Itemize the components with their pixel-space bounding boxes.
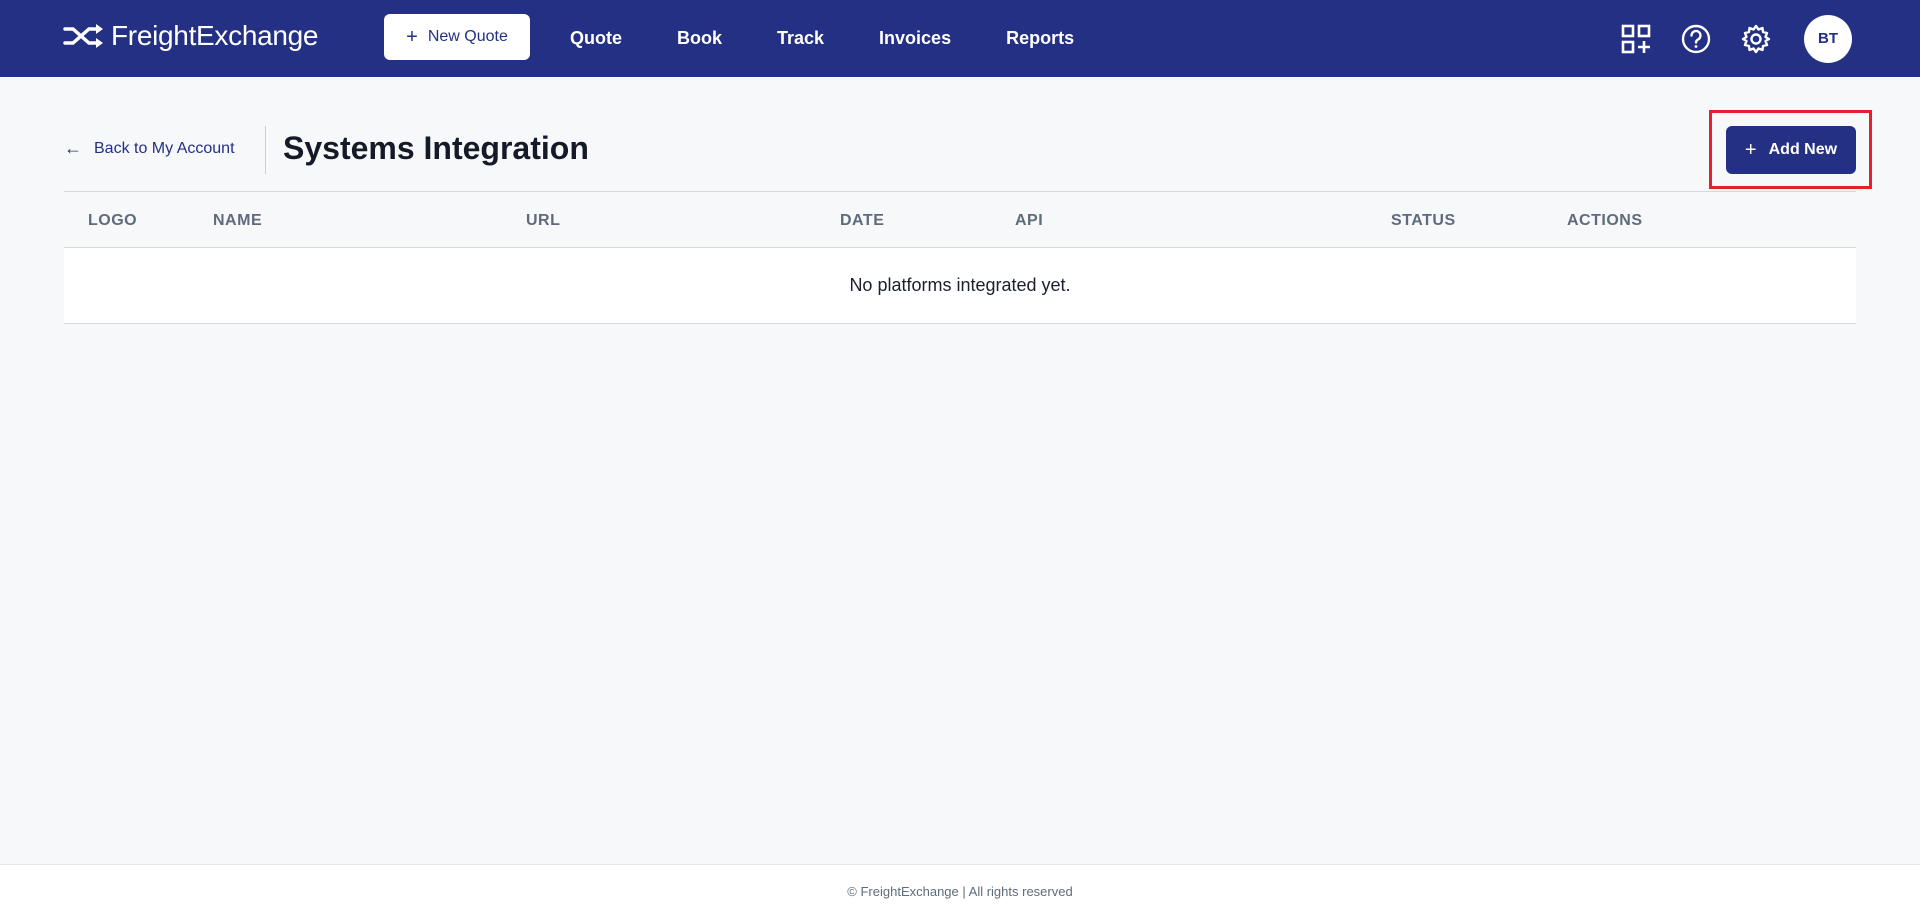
brand-logo[interactable]: FreightExchange <box>63 18 318 54</box>
new-quote-label: New Quote <box>427 28 508 45</box>
nav-invoices[interactable]: Invoices <box>879 28 951 49</box>
back-link-label: Back to My Account <box>94 139 235 157</box>
column-header-logo: LOGO <box>88 212 138 229</box>
apps-add-icon[interactable] <box>1618 21 1654 57</box>
user-avatar[interactable]: BT <box>1804 14 1852 63</box>
column-header-url: URL <box>526 212 561 229</box>
header-divider <box>265 126 266 174</box>
page-header: ← Back to My Account Systems Integration… <box>64 126 1856 174</box>
column-header-date: DATE <box>840 212 885 229</box>
main-nav: Quote Book Track Invoices Reports <box>570 0 1129 77</box>
nav-reports[interactable]: Reports <box>1006 28 1074 49</box>
settings-gear-icon[interactable] <box>1738 21 1774 57</box>
footer: © FreightExchange | All rights reserved <box>0 864 1920 917</box>
footer-copyright: © FreightExchange | All rights reserved <box>847 883 1073 899</box>
nav-track[interactable]: Track <box>777 28 824 49</box>
topbar-actions: BT <box>1594 0 1852 77</box>
plus-icon: + <box>406 26 418 48</box>
column-header-actions: ACTIONS <box>1567 212 1643 229</box>
top-navigation-bar: FreightExchange + New Quote Quote Book T… <box>0 0 1920 77</box>
arrow-left-icon: ← <box>64 138 82 158</box>
column-header-name: NAME <box>213 212 263 229</box>
column-header-status: STATUS <box>1391 212 1456 229</box>
page-title: Systems Integration <box>283 130 589 166</box>
add-new-label: Add New <box>1768 141 1838 158</box>
plus-icon: + <box>1744 139 1757 161</box>
table-header: LOGO NAME URL DATE API STATUS ACTIONS <box>64 191 1856 248</box>
shuffle-logo-icon <box>63 24 103 48</box>
nav-book[interactable]: Book <box>677 28 722 49</box>
add-new-button[interactable]: + Add New <box>1726 126 1856 174</box>
brand-name: FreightExchange <box>111 20 319 51</box>
new-quote-button[interactable]: + New Quote <box>384 14 530 60</box>
help-icon[interactable] <box>1678 21 1714 57</box>
back-to-account-link[interactable]: ← Back to My Account <box>64 138 235 159</box>
column-header-api: API <box>1015 212 1044 229</box>
empty-table-message: No platforms integrated yet. <box>64 248 1856 324</box>
nav-quote[interactable]: Quote <box>570 28 622 49</box>
